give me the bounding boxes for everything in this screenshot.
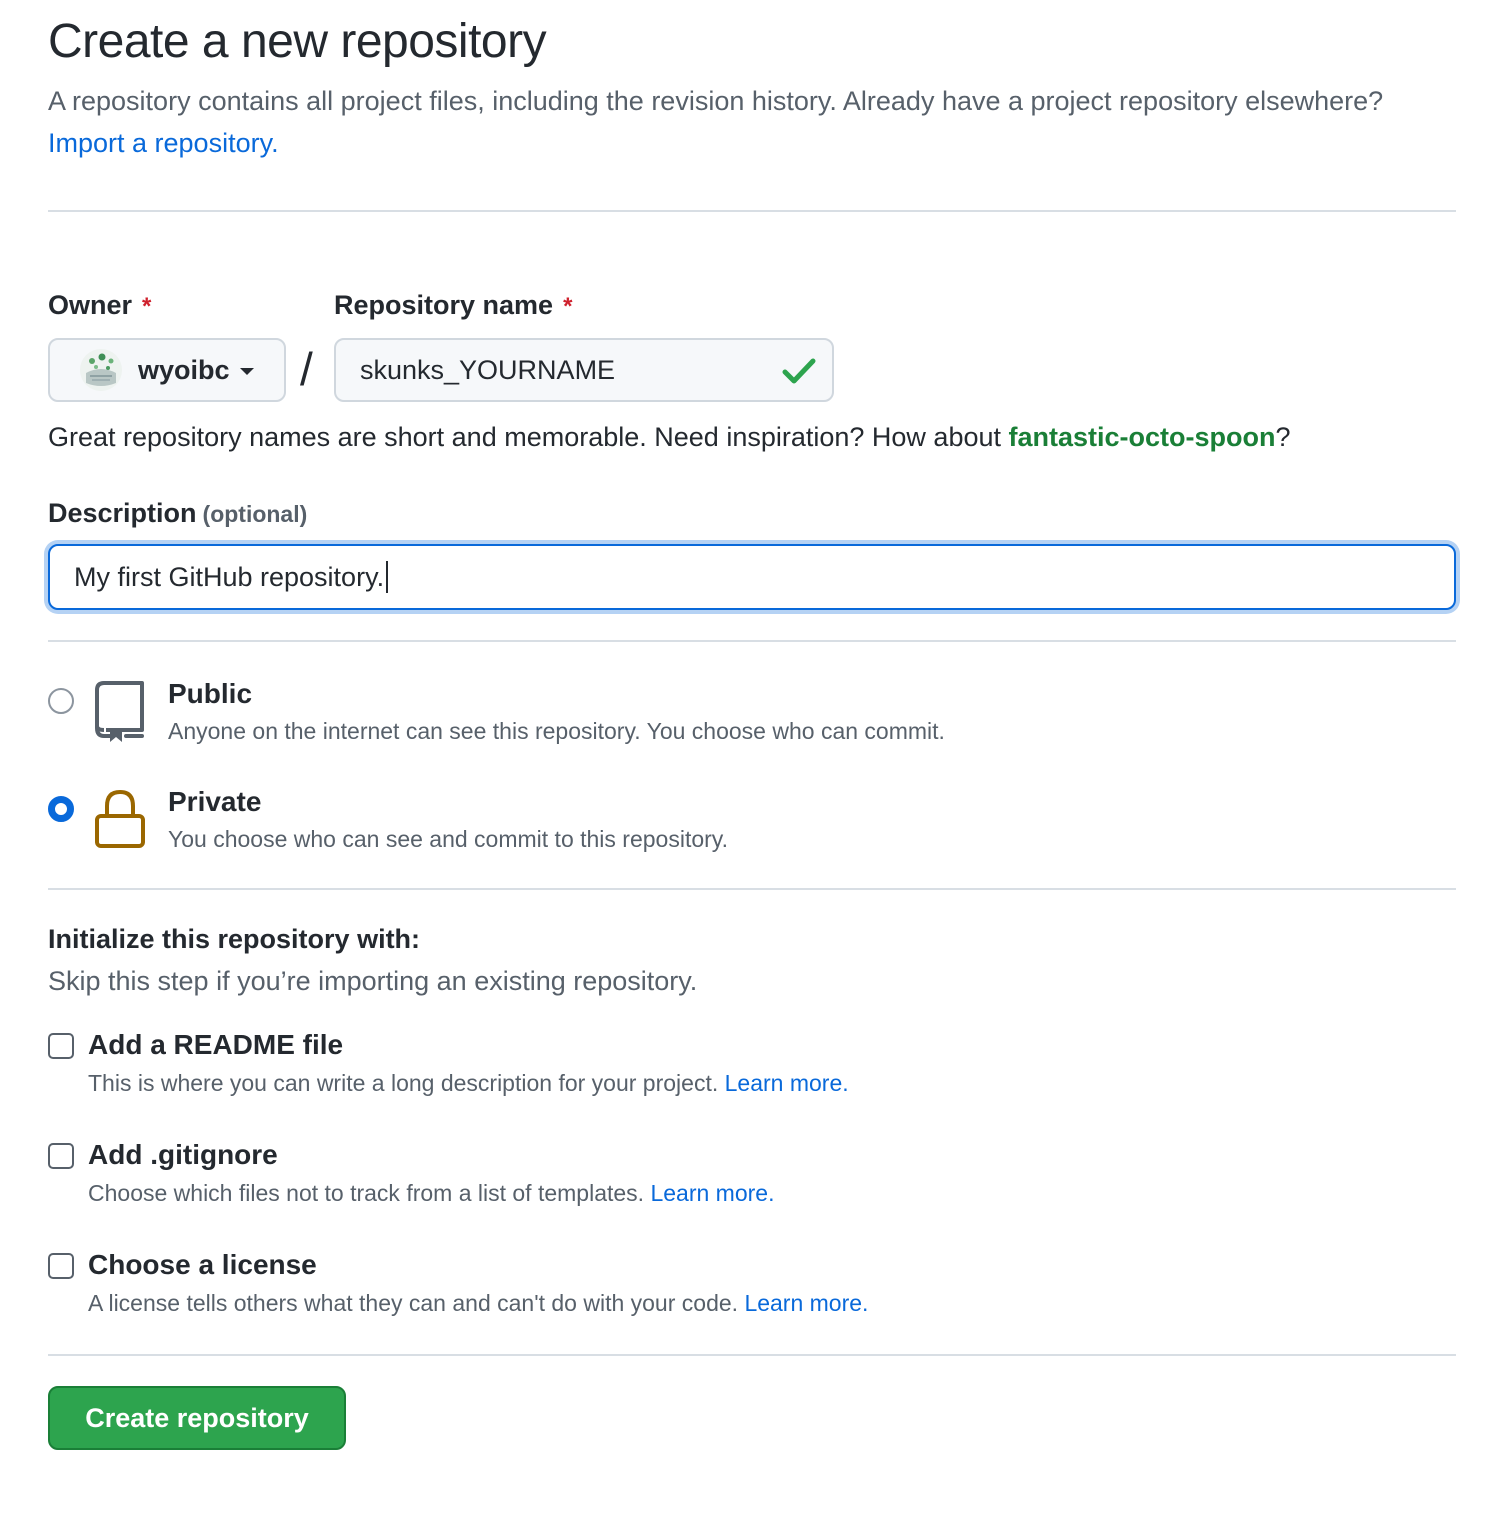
readme-description: This is where you can write a long descr…	[88, 1070, 849, 1097]
public-title: Public	[168, 678, 253, 709]
description-label-text: Description	[48, 498, 197, 528]
private-description: You choose who can see and commit to thi…	[168, 826, 728, 852]
required-mark: *	[142, 293, 152, 320]
owner-dropdown[interactable]: wyoibc	[48, 338, 286, 402]
public-radio[interactable]	[48, 688, 74, 714]
avatar	[80, 349, 122, 391]
repo-name-hint: Great repository names are short and mem…	[48, 422, 1291, 453]
page-title: Create a new repository	[48, 15, 547, 68]
readme-title: Add a README file	[88, 1029, 344, 1060]
license-description: A license tells others what they can and…	[88, 1290, 868, 1317]
import-repository-link[interactable]: Import a repository.	[48, 128, 279, 158]
divider	[48, 210, 1456, 212]
license-learn-more-link[interactable]: Learn more.	[744, 1290, 868, 1316]
private-title: Private	[168, 786, 262, 817]
subtitle-text: A repository contains all project files,…	[48, 86, 1384, 116]
optional-tag: (optional)	[202, 501, 308, 527]
gitignore-title: Add .gitignore	[88, 1139, 278, 1170]
license-desc-text: A license tells others what they can and…	[88, 1290, 739, 1316]
text-cursor	[386, 561, 389, 593]
gitignore-checkbox[interactable]	[48, 1143, 74, 1169]
hint-text: Great repository names are short and mem…	[48, 422, 1001, 452]
gitignore-learn-more-link[interactable]: Learn more.	[650, 1180, 774, 1206]
divider	[48, 640, 1456, 642]
readme-checkbox[interactable]	[48, 1033, 74, 1059]
public-description: Anyone on the internet can see this repo…	[168, 718, 945, 744]
repo-name-label-text: Repository name	[334, 290, 554, 320]
owner-label: Owner *	[48, 290, 151, 321]
private-radio[interactable]	[48, 796, 74, 822]
check-icon	[782, 358, 816, 384]
license-checkbox[interactable]	[48, 1253, 74, 1279]
lock-icon	[95, 789, 145, 848]
owner-repo-separator: /	[300, 343, 313, 395]
suggested-name-link[interactable]: fantastic-octo-spoon	[1009, 422, 1276, 452]
repo-icon	[95, 681, 144, 742]
divider	[48, 888, 1456, 890]
gitignore-description: Choose which files not to track from a l…	[88, 1180, 774, 1207]
owner-name: wyoibc	[138, 354, 230, 385]
required-mark: *	[563, 293, 573, 320]
page-subtitle: A repository contains all project files,…	[48, 80, 1388, 164]
hint-suffix: ?	[1275, 422, 1291, 452]
repo-name-input[interactable]: skunks_YOURNAME	[334, 338, 834, 402]
initialize-subtitle: Skip this step if you’re importing an ex…	[48, 966, 698, 996]
chevron-down-icon	[239, 368, 254, 375]
initialize-title: Initialize this repository with:	[48, 924, 421, 954]
license-title: Choose a license	[88, 1249, 317, 1280]
owner-label-text: Owner	[48, 290, 133, 320]
description-label: Description (optional)	[48, 498, 307, 529]
description-input[interactable]: My first GitHub repository.	[48, 544, 1456, 610]
repo-name-label: Repository name *	[334, 290, 572, 321]
readme-learn-more-link[interactable]: Learn more.	[725, 1070, 849, 1096]
gitignore-desc-text: Choose which files not to track from a l…	[88, 1180, 645, 1206]
repo-name-value: skunks_YOURNAME	[360, 354, 616, 385]
description-value: My first GitHub repository.	[74, 561, 385, 592]
create-repository-button[interactable]: Create repository	[48, 1386, 346, 1450]
readme-desc-text: This is where you can write a long descr…	[88, 1070, 719, 1096]
divider	[48, 1354, 1456, 1356]
